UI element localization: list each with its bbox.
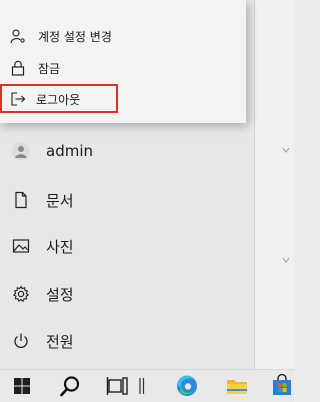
lock-icon xyxy=(11,60,25,76)
separator xyxy=(139,378,145,394)
menu-item-documents[interactable]: 문서 xyxy=(0,180,254,220)
lock-item[interactable]: 잠금 xyxy=(0,54,246,82)
power-icon xyxy=(14,333,28,348)
taskbar xyxy=(0,369,294,402)
menu-item-label: 문서 xyxy=(46,191,74,210)
menu-item-label: 설정 xyxy=(46,285,74,304)
chevron-down-icon[interactable] xyxy=(282,145,290,155)
person-settings-icon xyxy=(10,29,25,44)
task-view-icon[interactable] xyxy=(106,374,130,398)
edge-icon[interactable] xyxy=(175,374,199,398)
avatar xyxy=(12,142,30,160)
menu-item-power[interactable]: 전원 xyxy=(0,321,254,361)
pictures-icon xyxy=(12,239,30,253)
chevron-down-icon[interactable] xyxy=(282,255,290,265)
gear-icon xyxy=(12,285,30,302)
file-explorer-icon[interactable] xyxy=(225,374,249,398)
user-name: admin xyxy=(46,142,93,160)
change-account-settings-item[interactable]: 계정 설정 변경 xyxy=(0,22,246,50)
popup-item-label: 잠금 xyxy=(38,61,61,76)
search-icon[interactable] xyxy=(58,374,82,398)
account-popup-menu: 계정 설정 변경 잠금 로그아웃 xyxy=(0,0,246,123)
user-account-item[interactable]: admin xyxy=(0,131,254,171)
popup-item-label: 계정 설정 변경 xyxy=(38,29,112,44)
menu-item-label: 사진 xyxy=(46,237,74,256)
store-icon[interactable] xyxy=(270,374,294,398)
tiles-area xyxy=(255,0,294,369)
highlight-box xyxy=(0,84,118,113)
windows-start-icon[interactable] xyxy=(10,374,34,398)
menu-item-pictures[interactable]: 사진 xyxy=(0,226,254,266)
document-icon xyxy=(15,191,27,209)
menu-item-settings[interactable]: 설정 xyxy=(0,274,254,314)
menu-item-label: 전원 xyxy=(46,332,74,351)
